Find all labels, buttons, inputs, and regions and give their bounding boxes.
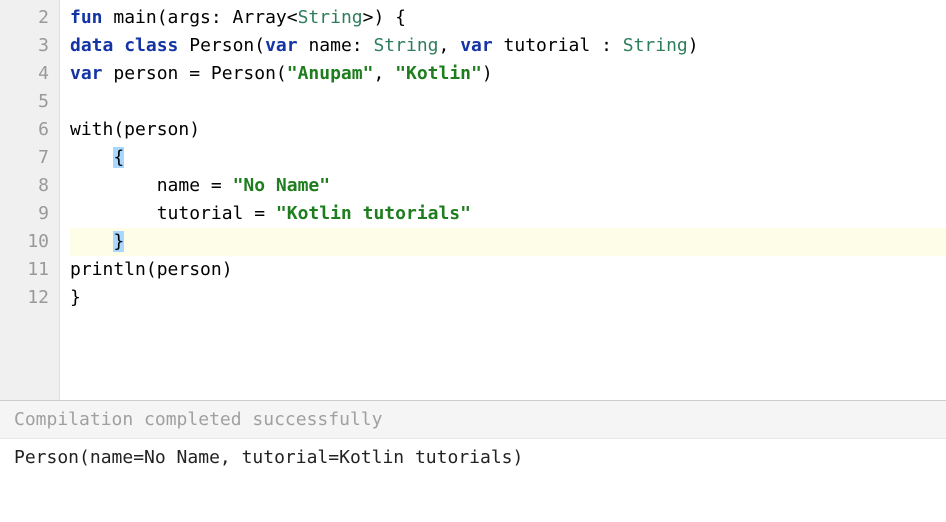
code-text: name:: [298, 35, 374, 56]
code-text: tutorial :: [493, 35, 623, 56]
code-text: [70, 147, 113, 168]
code-text: with(person): [70, 119, 200, 140]
type-string: String: [623, 35, 688, 56]
keyword-data: data: [70, 35, 113, 56]
keyword-var: var: [265, 35, 298, 56]
code-text: name =: [70, 175, 233, 196]
line-number: 4: [14, 60, 49, 88]
line-number: 11: [14, 256, 49, 284]
code-line[interactable]: tutorial = "Kotlin tutorials": [70, 200, 946, 228]
code-text: ,: [439, 35, 461, 56]
code-line[interactable]: {: [70, 144, 946, 172]
line-number: 8: [14, 172, 49, 200]
code-editor[interactable]: fun main(args: Array<String>) { data cla…: [60, 0, 946, 400]
code-text: ): [688, 35, 699, 56]
code-text: [70, 231, 113, 252]
keyword-var: var: [70, 63, 103, 84]
code-text: [113, 35, 124, 56]
code-text: ): [482, 63, 493, 84]
keyword-class: class: [124, 35, 178, 56]
brace-close: }: [113, 231, 124, 252]
code-text: tutorial =: [70, 203, 276, 224]
line-number: 5: [14, 88, 49, 116]
line-number: 3: [14, 32, 49, 60]
code-text: ,: [373, 63, 395, 84]
line-number: 2: [14, 4, 49, 32]
string-literal: "Kotlin tutorials": [276, 203, 471, 224]
code-text: }: [70, 287, 81, 308]
console-area: Compilation completed successfully Perso…: [0, 400, 946, 476]
type-string: String: [298, 7, 363, 28]
line-number: 7: [14, 144, 49, 172]
line-number: 9: [14, 200, 49, 228]
code-text: >) {: [363, 7, 406, 28]
code-text: Person(: [178, 35, 265, 56]
line-number: 6: [14, 116, 49, 144]
code-line[interactable]: println(person): [70, 256, 946, 284]
code-text: main(args: Array<: [103, 7, 298, 28]
code-line[interactable]: [70, 88, 946, 116]
line-number: 10: [14, 228, 49, 256]
code-line[interactable]: name = "No Name": [70, 172, 946, 200]
code-text: person = Person(: [103, 63, 287, 84]
compilation-status: Compilation completed successfully: [0, 401, 946, 439]
code-line[interactable]: }: [70, 284, 946, 312]
code-line[interactable]: data class Person(var name: String, var …: [70, 32, 946, 60]
brace-open: {: [113, 147, 124, 168]
keyword-var: var: [460, 35, 493, 56]
code-line[interactable]: fun main(args: Array<String>) {: [70, 4, 946, 32]
string-literal: "Anupam": [287, 63, 374, 84]
code-line-highlighted[interactable]: }: [70, 228, 946, 256]
type-string: String: [373, 35, 438, 56]
code-text: println(person): [70, 259, 233, 280]
line-number-gutter: 2 3 4 5 6 7 8 9 10 11 12: [0, 0, 60, 400]
code-line[interactable]: var person = Person("Anupam", "Kotlin"): [70, 60, 946, 88]
line-number: 12: [14, 284, 49, 312]
keyword-fun: fun: [70, 7, 103, 28]
string-literal: "Kotlin": [395, 63, 482, 84]
program-output: Person(name=No Name, tutorial=Kotlin tut…: [0, 439, 946, 476]
string-literal: "No Name": [233, 175, 331, 196]
editor-area: 2 3 4 5 6 7 8 9 10 11 12 fun main(args: …: [0, 0, 946, 400]
code-line[interactable]: with(person): [70, 116, 946, 144]
